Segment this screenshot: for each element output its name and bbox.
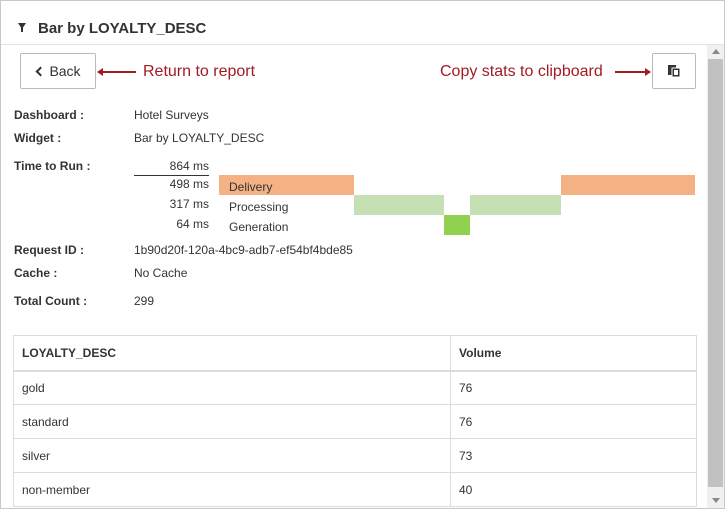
dashboard-label: Dashboard :	[14, 108, 85, 122]
request-id-value: 1b90d20f-120a-4bc9-adb7-ef54bf4bde85	[134, 243, 353, 257]
stats-panel: Bar by LOYALTY_DESC Back Return to repor…	[0, 0, 725, 509]
table-cell: 76	[450, 370, 697, 405]
generation-bar	[444, 215, 470, 235]
table-row: gold 76	[13, 370, 697, 405]
table-row: standard 76	[13, 404, 697, 439]
dashboard-value: Hotel Surveys	[134, 108, 209, 122]
time-divider	[134, 175, 209, 176]
total-count-label: Total Count :	[14, 294, 88, 308]
column-header-loyalty: LOYALTY_DESC	[13, 335, 451, 372]
annotation-copy-stats: Copy stats to clipboard	[440, 63, 603, 80]
annotation-return-to-report: Return to report	[143, 63, 256, 80]
total-time-value: 864 ms	[169, 159, 209, 173]
widget-value: Bar by LOYALTY_DESC	[134, 131, 265, 145]
processing-bar-part2	[470, 195, 561, 215]
cache-value: No Cache	[134, 266, 188, 280]
table-cell: gold	[13, 370, 451, 405]
column-header-volume: Volume	[450, 335, 697, 372]
scrollbar-thumb[interactable]	[708, 59, 723, 487]
cache-label: Cache :	[14, 266, 58, 280]
table-header-row: LOYALTY_DESC Volume	[13, 335, 697, 372]
processing-time: 317 ms	[169, 197, 209, 211]
chevron-left-icon	[35, 66, 46, 76]
delivery-time: 498 ms	[169, 177, 209, 191]
annotation-line-back	[102, 71, 136, 73]
panel-header: Bar by LOYALTY_DESC	[1, 1, 724, 45]
scroll-up-icon[interactable]	[712, 49, 720, 54]
table-cell: 40	[450, 472, 697, 507]
scroll-down-icon[interactable]	[712, 498, 720, 503]
table-cell: 73	[450, 438, 697, 473]
generation-time: 64 ms	[176, 217, 209, 231]
time-to-run-label: Time to Run :	[14, 159, 91, 173]
table-row: silver 73	[13, 438, 697, 473]
request-id-label: Request ID :	[14, 243, 85, 257]
results-table: LOYALTY_DESC Volume gold 76 standard 76 …	[13, 335, 697, 507]
vertical-scrollbar[interactable]	[707, 45, 724, 508]
table-cell: 76	[450, 404, 697, 439]
table-cell: silver	[13, 438, 451, 473]
processing-bar-part1	[354, 195, 444, 215]
back-button[interactable]: Back	[20, 53, 96, 89]
table-row: non-member 40	[13, 472, 697, 507]
delivery-label: Delivery	[229, 180, 273, 194]
processing-label: Processing	[229, 200, 289, 214]
copy-to-clipboard-button[interactable]	[652, 53, 696, 89]
widget-label: Widget :	[14, 131, 62, 145]
table-cell: non-member	[13, 472, 451, 507]
clipboard-icon	[668, 65, 681, 78]
annotation-line-copy	[615, 71, 647, 73]
back-button-label: Back	[49, 63, 81, 79]
total-count-value: 299	[134, 294, 155, 308]
table-cell: standard	[13, 404, 451, 439]
generation-label: Generation	[229, 220, 289, 234]
annotation-arrow-right	[645, 68, 651, 76]
panel-title: Bar by LOYALTY_DESC	[38, 20, 207, 37]
delivery-bar-end	[561, 175, 695, 195]
